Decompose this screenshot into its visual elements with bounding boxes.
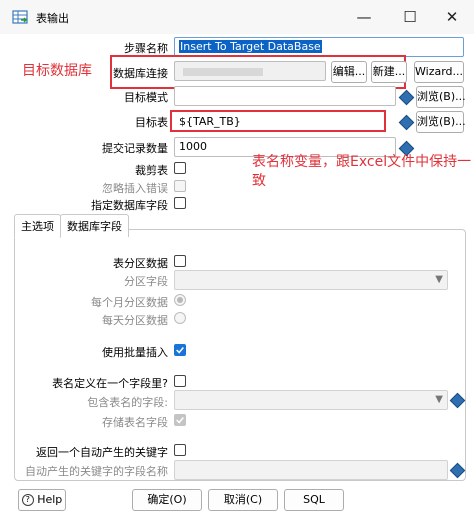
browse-table-button[interactable]: 浏览(B)... — [416, 111, 466, 133]
chevron-down-icon: ▼ — [435, 274, 443, 285]
step-name-label: 步骤名称 — [124, 42, 168, 55]
specify-fields-checkbox[interactable] — [174, 197, 186, 209]
close-button[interactable]: ✕ — [432, 4, 472, 30]
daily-partition-radio[interactable] — [174, 312, 186, 324]
partition-field-label: 分区字段 — [124, 275, 168, 288]
return-key-checkbox[interactable] — [174, 444, 186, 456]
db-connection-label: 数据库连接 — [113, 67, 168, 80]
partition-field-combo[interactable]: ▼ — [174, 270, 448, 290]
browse-schema-button[interactable]: 浏览(B)... — [416, 86, 466, 108]
edit-connection-button[interactable]: 编辑... — [331, 61, 367, 83]
annotation-table-variable-line1: 表名称变量，跟Excel文件中保持一 — [252, 154, 472, 170]
check-icon — [176, 347, 184, 354]
new-connection-button[interactable]: 新建... — [371, 61, 407, 83]
variable-icon — [398, 89, 415, 106]
table-output-icon — [12, 10, 28, 24]
truncate-label: 裁剪表 — [135, 164, 168, 177]
window-title: 表输出 — [36, 12, 69, 25]
close-icon: ✕ — [445, 8, 459, 26]
store-name-checkbox[interactable] — [174, 414, 186, 426]
ok-button[interactable]: 确定(O) — [132, 489, 202, 511]
target-schema-label: 目标模式 — [124, 91, 168, 104]
name-in-field-checkbox[interactable] — [174, 375, 186, 387]
annotation-table-variable-line2: 致 — [252, 173, 266, 189]
blurred-connection-name — [183, 68, 263, 76]
partition-checkbox[interactable] — [174, 255, 186, 267]
help-icon: ? — [21, 494, 34, 506]
target-table-label: 目标表 — [135, 116, 168, 129]
help-label: Help — [37, 493, 63, 506]
daily-partition-label: 每天分区数据 — [102, 314, 168, 327]
maximize-button[interactable]: ☐ — [390, 4, 430, 30]
key-field-label: 自动产生的关键字的字段名称 — [25, 465, 168, 478]
variable-icon — [398, 114, 415, 131]
batch-insert-label: 使用批量插入 — [102, 346, 168, 359]
step-name-input[interactable]: Insert To Target DataBase — [174, 37, 464, 57]
target-table-input[interactable]: ${TAR_TB} — [174, 112, 396, 132]
specify-fields-label: 指定数据库字段 — [91, 199, 168, 212]
db-connection-combo[interactable] — [174, 61, 326, 81]
minimize-button[interactable]: — — [344, 4, 384, 30]
minimize-icon: — — [356, 8, 372, 26]
help-button[interactable]: ? Help — [18, 489, 66, 511]
wizard-button[interactable]: Wizard... — [414, 61, 464, 83]
partition-label: 表分区数据 — [113, 257, 168, 270]
check-icon — [176, 417, 184, 424]
commit-size-label: 提交记录数量 — [102, 142, 168, 155]
monthly-partition-radio[interactable] — [174, 294, 186, 306]
tab-db-fields[interactable]: 数据库字段 — [60, 214, 129, 237]
annotation-target-db: 目标数据库 — [22, 63, 92, 79]
cancel-button[interactable]: 取消(C) — [208, 489, 278, 511]
target-schema-input[interactable] — [174, 86, 396, 106]
tab-main-options[interactable]: 主选项 — [14, 214, 61, 238]
return-key-label: 返回一个自动产生的关键字 — [36, 446, 168, 459]
name-in-field-label: 表名定义在一个字段里? — [52, 377, 168, 390]
ignore-errors-checkbox[interactable] — [174, 180, 186, 192]
truncate-checkbox[interactable] — [174, 162, 186, 174]
monthly-partition-label: 每个月分区数据 — [91, 296, 168, 309]
step-name-value: Insert To Target DataBase — [179, 40, 322, 53]
chevron-down-icon: ▼ — [435, 394, 443, 405]
sql-button[interactable]: SQL — [284, 489, 344, 511]
store-name-label: 存储表名字段 — [102, 416, 168, 429]
ignore-errors-label: 忽略插入错误 — [102, 182, 168, 195]
maximize-icon: ☐ — [403, 8, 417, 26]
key-field-input[interactable] — [174, 460, 448, 480]
name-field-label: 包含表名的字段: — [87, 396, 168, 409]
batch-insert-checkbox[interactable] — [174, 344, 186, 356]
name-field-combo[interactable]: ▼ — [174, 390, 448, 410]
